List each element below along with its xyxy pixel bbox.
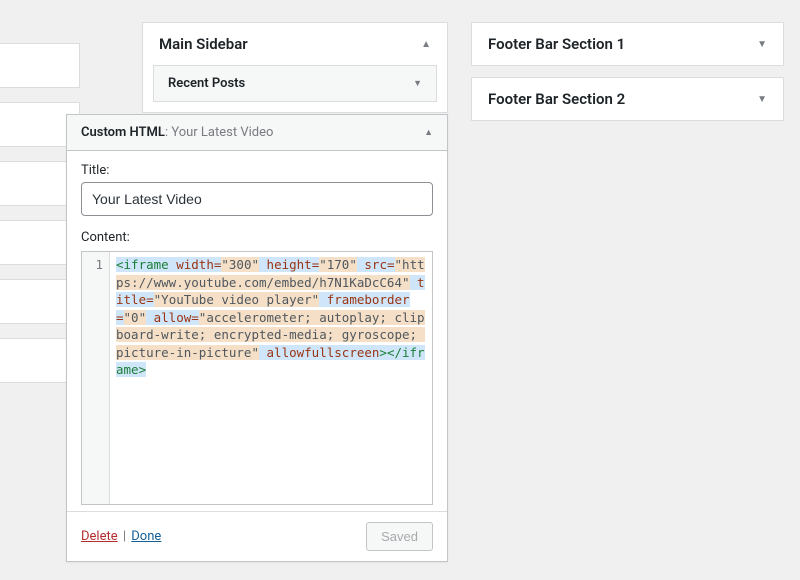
title-input[interactable]: [81, 182, 433, 216]
widget-custom-html-expanded: Custom HTML: Your Latest Video ▲ Title: …: [66, 114, 448, 562]
save-button: Saved: [366, 522, 433, 551]
widget-type-label: Custom HTML: [81, 125, 165, 140]
widget-area-header[interactable]: Footer Bar Section 1 ▼: [472, 23, 783, 65]
widget-header[interactable]: Custom HTML: Your Latest Video ▲: [67, 115, 447, 151]
widget-footer: Delete | Done Saved: [67, 511, 447, 561]
widget-area-title: Footer Bar Section 2: [488, 90, 625, 108]
widget-area-title: Footer Bar Section 1: [488, 35, 625, 53]
widget-label: Recent Posts: [168, 76, 245, 91]
activate-hint: ctivate a widget: [0, 0, 80, 43]
widget-area-main-sidebar: Main Sidebar ▲ Recent Posts ▼: [142, 22, 448, 113]
content-label: Content:: [81, 230, 433, 245]
chevron-up-icon: ▲: [421, 39, 431, 50]
widget-instance-title: Your Latest Video: [171, 125, 273, 140]
chevron-down-icon: ▼: [757, 39, 767, 50]
widget-area-footer-2: Footer Bar Section 2 ▼: [471, 77, 784, 121]
code-content[interactable]: <iframe width="300" height="170" src="ht…: [110, 252, 432, 504]
chevron-up-icon: ▲: [424, 127, 433, 138]
line-gutter: 1: [82, 252, 110, 504]
widget-area-footer-1: Footer Bar Section 1 ▼: [471, 22, 784, 66]
title-label: Title:: [81, 163, 433, 178]
delete-link[interactable]: Delete: [81, 529, 118, 544]
done-link[interactable]: Done: [131, 529, 161, 544]
code-editor[interactable]: 1 <iframe width="300" height="170" src="…: [81, 251, 433, 505]
widget-area-header[interactable]: Footer Bar Section 2 ▼: [472, 78, 783, 120]
chevron-down-icon: ▼: [413, 78, 422, 89]
widget-recent-posts[interactable]: Recent Posts ▼: [153, 65, 437, 102]
chevron-down-icon: ▼: [757, 94, 767, 105]
separator: |: [120, 529, 130, 544]
widget-area-header[interactable]: Main Sidebar ▲: [143, 23, 447, 65]
widget-item[interactable]: layer.: [0, 43, 80, 88]
widget-area-title: Main Sidebar: [159, 35, 248, 53]
